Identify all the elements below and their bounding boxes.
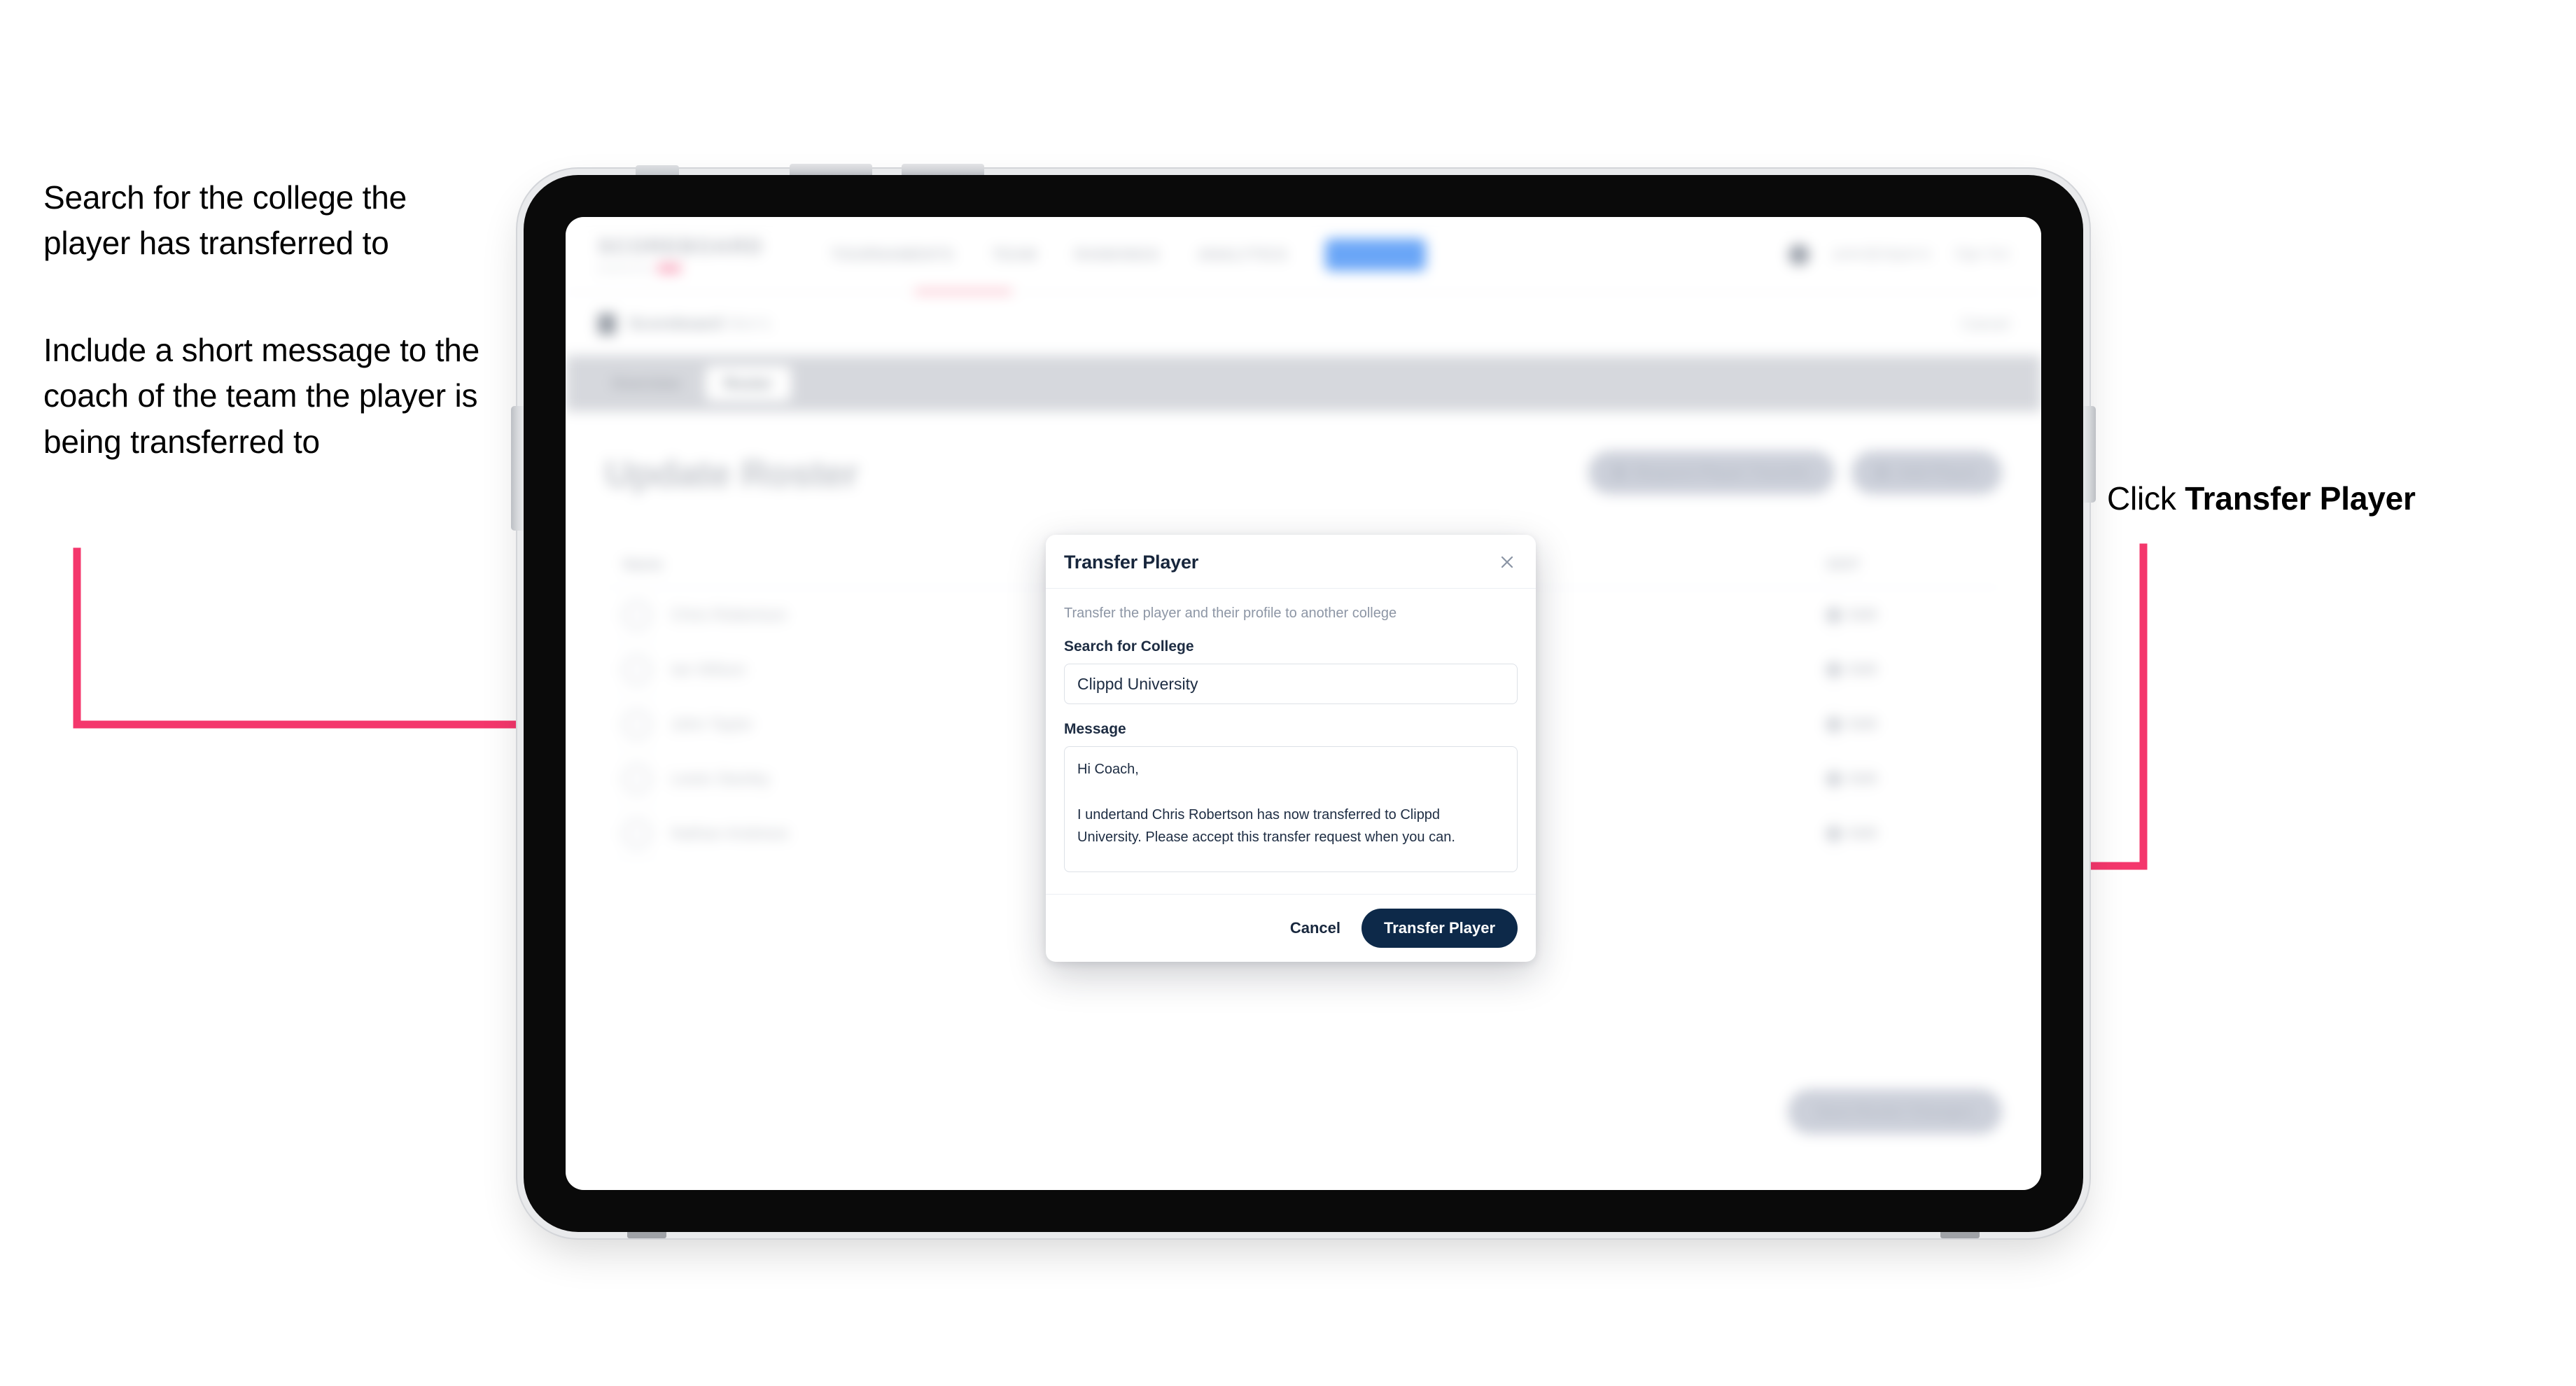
- edit-label: Edit: [1849, 715, 1877, 732]
- add-player-button[interactable]: Add Player: [1851, 451, 2002, 494]
- nav-active-underline: [914, 289, 1012, 294]
- nav-item-analytics[interactable]: ANALYTICS: [1198, 246, 1287, 264]
- avatar: [622, 708, 652, 740]
- message-label: Message: [1064, 721, 1126, 737]
- request-player-transfer-label: Request Player Transfer: [1634, 463, 1812, 481]
- add-player-label: Add Player: [1898, 463, 1978, 481]
- nav-item-team[interactable]: TEAM: [992, 246, 1037, 264]
- modal-header: Transfer Player: [1046, 535, 1536, 589]
- cancel-button[interactable]: Cancel: [1286, 912, 1345, 944]
- search-college-label: Search for College: [1064, 638, 1194, 654]
- player-name: Lewis Stanley: [671, 769, 770, 788]
- transfer-player-button[interactable]: Transfer Player: [1362, 909, 1518, 948]
- screenshot-canvas: Search for the college the player has tr…: [0, 0, 2576, 1386]
- brand-powered-by-text: powered by: [598, 263, 652, 274]
- plus-icon: [1875, 465, 1890, 479]
- tab-overview[interactable]: Overview: [594, 366, 699, 401]
- context-title-text: Scoreboard: [629, 314, 722, 333]
- pencil-icon: [1823, 714, 1844, 734]
- search-college-input[interactable]: [1064, 664, 1518, 704]
- edit-player-button[interactable]: Edit: [1823, 659, 2002, 680]
- avatar[interactable]: [1788, 244, 1809, 265]
- edit-player-button[interactable]: Edit: [1823, 823, 2002, 844]
- brand-logo-subline: powered by: [598, 263, 764, 274]
- player-name: Chris Robertson: [671, 606, 788, 624]
- pencil-icon: [1823, 823, 1844, 844]
- edit-player-button[interactable]: Edit: [1823, 714, 2002, 734]
- avatar: [622, 818, 652, 849]
- player-name: Ian Wilson: [671, 660, 746, 678]
- nav-user-area: peter@clippd.io Sign Out: [1788, 244, 2009, 265]
- side-button-right-icon: [2083, 406, 2096, 503]
- sign-out-link[interactable]: Sign Out: [1954, 246, 2009, 262]
- pencil-icon: [1823, 605, 1844, 625]
- speaker-grill-right-icon: [1940, 1232, 1980, 1238]
- edit-player-button[interactable]: Edit: [1823, 769, 2002, 789]
- roster-footer: Save Roster Changes: [1787, 1089, 2002, 1134]
- context-cancel-link[interactable]: Cancel: [1961, 315, 2009, 333]
- brand-logo[interactable]: SCOREBOARD powered by: [598, 235, 764, 274]
- transfer-player-modal: Transfer Player Transfer the player and …: [1046, 535, 1536, 962]
- column-header-edit: EDIT: [1827, 556, 1861, 573]
- speaker-grill-left-icon: [627, 1232, 666, 1238]
- player-name: John Taylor: [671, 715, 753, 733]
- user-email-label: peter@clippd.io: [1833, 246, 1931, 262]
- close-icon[interactable]: [1495, 550, 1519, 574]
- page-action-buttons: Request Player Transfer Add Player: [1588, 451, 2002, 494]
- modal-title: Transfer Player: [1064, 551, 1199, 573]
- volume-up-button-icon: [790, 164, 872, 175]
- power-button-icon: [636, 165, 679, 175]
- top-navigation-bar: SCOREBOARD powered by TOURNAMENTS TEAM R…: [566, 217, 2041, 294]
- clippd-mark-icon: [657, 264, 682, 273]
- edit-player-button[interactable]: Edit: [1823, 605, 2002, 625]
- annotation-emphasis: Transfer Player: [2185, 480, 2416, 517]
- avatar: [622, 654, 652, 685]
- tablet-device-frame: SCOREBOARD powered by TOURNAMENTS TEAM R…: [511, 164, 2096, 1238]
- pencil-icon: [1823, 769, 1844, 789]
- edit-label: Edit: [1849, 825, 1877, 841]
- message-textarea[interactable]: Hi Coach, I undertand Chris Robertson ha…: [1064, 746, 1518, 872]
- field-spacer: [1064, 704, 1518, 721]
- tab-roster[interactable]: Roster: [705, 366, 791, 401]
- player-name: Nathan Andrews: [671, 824, 789, 842]
- edit-label: Edit: [1849, 606, 1877, 623]
- avatar: [622, 763, 652, 794]
- context-bar: Scoreboard Men's Cancel: [566, 293, 2041, 356]
- annotation-search-college: Search for the college the player has tr…: [43, 179, 407, 262]
- nav-item-tournaments[interactable]: TOURNAMENTS: [831, 246, 954, 264]
- annotation-click-transfer-player: Click Transfer Player: [2107, 476, 2541, 522]
- team-badge-icon: [598, 313, 616, 335]
- avatar: [622, 599, 652, 631]
- request-player-transfer-button[interactable]: Request Player Transfer: [1588, 451, 1835, 494]
- tab-strip: Overview Roster: [566, 356, 2041, 412]
- modal-footer: Cancel Transfer Player: [1046, 894, 1536, 962]
- modal-body: Transfer the player and their profile to…: [1046, 589, 1536, 894]
- side-button-left-icon: [511, 406, 524, 531]
- save-roster-changes-button[interactable]: Save Roster Changes: [1787, 1089, 2002, 1134]
- context-subtitle-text: Men's: [727, 314, 771, 333]
- annotation-include-message: Include a short message to the coach of …: [43, 332, 480, 460]
- pencil-icon: [1823, 659, 1844, 680]
- nav-item-rankings[interactable]: RANKINGS: [1074, 246, 1159, 264]
- modal-description: Transfer the player and their profile to…: [1064, 606, 1397, 621]
- edit-label: Edit: [1849, 770, 1877, 787]
- brand-logo-text: SCOREBOARD: [598, 235, 764, 258]
- edit-label: Edit: [1849, 661, 1877, 678]
- context-title: Scoreboard Men's: [629, 314, 771, 334]
- nav-item-roster[interactable]: ROSTER: [1324, 238, 1426, 271]
- volume-down-button-icon: [902, 164, 984, 175]
- nav-items: TOURNAMENTS TEAM RANKINGS ANALYTICS ROST…: [831, 238, 1426, 271]
- tablet-screen: SCOREBOARD powered by TOURNAMENTS TEAM R…: [566, 217, 2041, 1190]
- transfer-icon: [1612, 465, 1627, 479]
- annotation-prefix: Click: [2107, 480, 2185, 517]
